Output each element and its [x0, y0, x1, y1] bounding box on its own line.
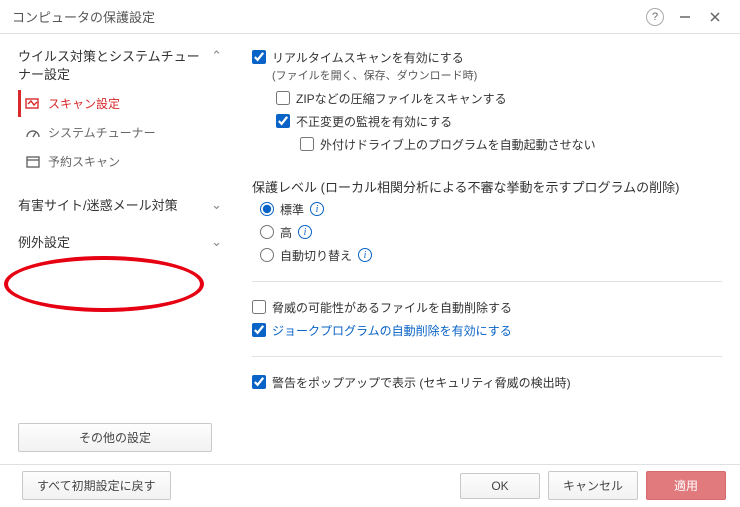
radio-level-auto[interactable]: 自動切り替え i — [252, 244, 722, 267]
chevron-up-icon: ⌃ — [211, 48, 222, 64]
chevron-down-icon: ⌄ — [211, 234, 222, 250]
checkbox-external-autorun[interactable]: 外付けドライブ上のプログラムを自動起動させない — [252, 133, 722, 156]
radio-label: 高 — [280, 224, 292, 241]
checkbox-tamper-monitor[interactable]: 不正変更の監視を有効にする — [252, 110, 722, 133]
divider — [252, 281, 722, 282]
radio-label: 自動切り替え — [280, 247, 352, 264]
sidebar-group-label: ウイルス対策とシステムチューナー設定 — [18, 48, 205, 84]
sidebar-item-scheduled-scan[interactable]: 予約スキャン — [18, 148, 222, 175]
apply-button[interactable]: 適用 — [646, 471, 726, 500]
checkbox-label: リアルタイムスキャンを有効にする — [272, 49, 464, 66]
window-title: コンピュータの保護設定 — [12, 7, 638, 26]
other-settings-button[interactable]: その他の設定 — [18, 423, 212, 452]
checkbox-auto-delete-joke[interactable]: ジョークプログラムの自動削除を有効にする — [252, 319, 722, 342]
sidebar-item-label: スキャン設定 — [48, 95, 120, 112]
sidebar-item-label: 予約スキャン — [48, 153, 120, 170]
cancel-button[interactable]: キャンセル — [548, 471, 638, 500]
chevron-down-icon: ⌄ — [211, 197, 222, 213]
sidebar-group-label: 例外設定 — [18, 234, 205, 252]
sidebar-group-virus[interactable]: ウイルス対策とシステムチューナー設定 ⌃ — [18, 44, 222, 88]
main-content: リアルタイムスキャンを有効にする (ファイルを開く、保存、ダウンロード時) ZI… — [230, 34, 740, 464]
checkbox-label: ZIPなどの圧縮ファイルをスキャンする — [296, 90, 507, 107]
calendar-icon — [24, 154, 42, 170]
gauge-icon — [24, 125, 42, 141]
sidebar: ウイルス対策とシステムチューナー設定 ⌃ スキャン設定 システムチューナー 予約… — [0, 34, 230, 464]
checkbox-realtime-scan[interactable]: リアルタイムスキャンを有効にする — [252, 46, 722, 69]
checkbox-label: 外付けドライブ上のプログラムを自動起動させない — [320, 136, 596, 153]
divider — [252, 356, 722, 357]
checkbox-popup-warning[interactable]: 警告をポップアップで表示 (セキュリティ脅威の検出時) — [252, 371, 722, 394]
minimize-button[interactable] — [672, 4, 698, 30]
checkbox-zip-scan[interactable]: ZIPなどの圧縮ファイルをスキャンする — [252, 87, 722, 110]
close-button[interactable] — [702, 4, 728, 30]
checkbox-label: 不正変更の監視を有効にする — [296, 113, 452, 130]
checkbox-label: 警告をポップアップで表示 (セキュリティ脅威の検出時) — [272, 374, 571, 391]
sidebar-item-scan-settings[interactable]: スキャン設定 — [18, 90, 222, 117]
radio-level-high[interactable]: 高 i — [252, 221, 722, 244]
sidebar-item-label: システムチューナー — [48, 124, 156, 141]
annotation-circle — [4, 256, 204, 312]
protection-level-heading: 保護レベル (ローカル相関分析による不審な挙動を示すプログラムの削除) — [252, 178, 722, 198]
realtime-sublabel: (ファイルを開く、保存、ダウンロード時) — [272, 67, 722, 83]
info-icon[interactable]: i — [358, 248, 372, 262]
checkbox-label: 脅威の可能性があるファイルを自動削除する — [272, 299, 512, 316]
sidebar-item-system-tuner[interactable]: システムチューナー — [18, 119, 222, 146]
radio-label: 標準 — [280, 201, 304, 218]
info-icon[interactable]: i — [310, 202, 324, 216]
sidebar-group-exceptions[interactable]: 例外設定 ⌄ — [18, 230, 222, 256]
sidebar-group-label: 有害サイト/迷惑メール対策 — [18, 197, 205, 215]
radio-level-standard[interactable]: 標準 i — [252, 198, 722, 221]
sidebar-group-harmful[interactable]: 有害サイト/迷惑メール対策 ⌄ — [18, 193, 222, 219]
ok-button[interactable]: OK — [460, 473, 540, 499]
reset-defaults-button[interactable]: すべて初期設定に戻す — [22, 471, 171, 500]
help-button[interactable]: ? — [642, 4, 668, 30]
checkbox-auto-delete-threat[interactable]: 脅威の可能性があるファイルを自動削除する — [252, 296, 722, 319]
info-icon[interactable]: i — [298, 225, 312, 239]
checkbox-label: ジョークプログラムの自動削除を有効にする — [272, 322, 512, 339]
scan-icon — [24, 96, 42, 112]
